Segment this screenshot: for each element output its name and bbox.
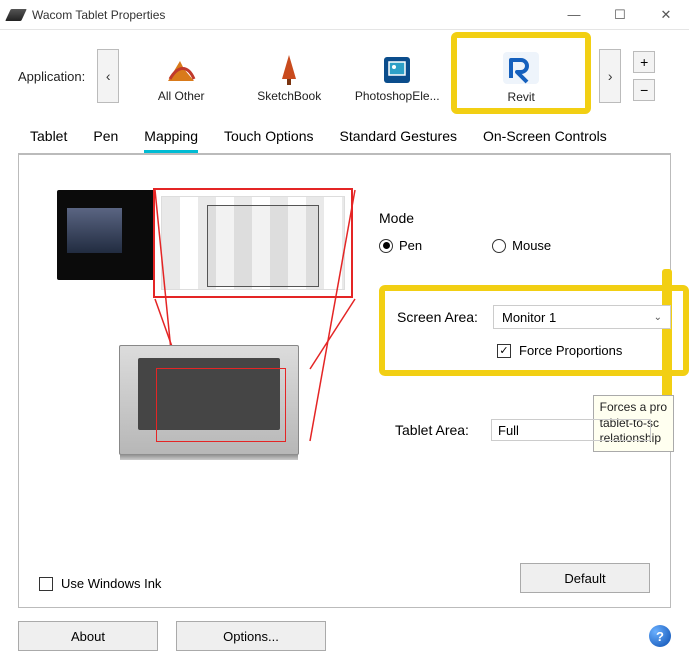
mode-mouse-radio[interactable]: Mouse: [492, 238, 551, 253]
mode-group: Mode Pen Mouse: [379, 210, 551, 253]
tab-pen[interactable]: Pen: [93, 128, 118, 153]
windows-ink-label: Use Windows Ink: [61, 576, 161, 591]
default-button[interactable]: Default: [520, 563, 650, 593]
monitor-1-thumb: [153, 188, 353, 298]
screen-area-highlight: Screen Area: Monitor 1 ⌄ ✓ Force Proport…: [379, 285, 689, 376]
tablet-preview[interactable]: [119, 345, 299, 455]
tablet-area-row: Tablet Area: Full: [395, 419, 651, 441]
options-button[interactable]: Options...: [176, 621, 326, 651]
photoshop-elements-icon: [380, 53, 414, 87]
mode-pen-radio[interactable]: Pen: [379, 238, 422, 253]
app-tile-revit[interactable]: Revit: [451, 32, 591, 114]
screen-area-dropdown[interactable]: Monitor 1 ⌄: [493, 305, 671, 329]
screen-area-label: Screen Area:: [397, 309, 487, 325]
app-tile-all-other[interactable]: All Other: [127, 38, 235, 108]
maximize-button[interactable]: ☐: [597, 0, 643, 30]
screen-preview[interactable]: [57, 190, 353, 298]
revit-icon: [499, 48, 543, 88]
app-scroll-left-button[interactable]: ‹: [97, 49, 119, 103]
tab-touch-options[interactable]: Touch Options: [224, 128, 314, 153]
app-tile-label: PhotoshopEle...: [355, 89, 440, 103]
tablet-area-label: Tablet Area:: [395, 422, 485, 438]
mapping-panel: Mode Pen Mouse Screen Area: Monitor 1 ⌄ …: [18, 154, 671, 608]
tab-on-screen-controls[interactable]: On-Screen Controls: [483, 128, 607, 153]
windows-ink-row: Use Windows Ink: [39, 576, 161, 591]
sketchbook-icon: [272, 53, 306, 87]
app-tile-sketchbook[interactable]: SketchBook: [235, 38, 343, 108]
dropdown-value: Full: [498, 423, 519, 438]
app-scroll-right-button[interactable]: ›: [599, 49, 621, 103]
tab-tablet[interactable]: Tablet: [30, 128, 67, 153]
tablet-area-dropdown[interactable]: Full: [491, 419, 651, 441]
monitor-2-thumb: [57, 190, 155, 280]
minimize-button[interactable]: —: [551, 0, 597, 30]
tablet-active-area-outline: [156, 368, 286, 442]
tab-bar: Tablet Pen Mapping Touch Options Standar…: [0, 122, 689, 153]
app-tile-label: SketchBook: [257, 89, 321, 103]
remove-application-button[interactable]: −: [633, 79, 655, 101]
application-label: Application:: [18, 69, 85, 84]
tab-mapping[interactable]: Mapping: [144, 128, 198, 153]
radio-icon: [492, 239, 506, 253]
help-button[interactable]: ?: [649, 625, 671, 647]
radio-label: Mouse: [512, 238, 551, 253]
windows-ink-checkbox[interactable]: [39, 577, 53, 591]
tab-standard-gestures[interactable]: Standard Gestures: [339, 128, 457, 153]
radio-icon: [379, 239, 393, 253]
force-proportions-checkbox[interactable]: ✓: [497, 344, 511, 358]
about-button[interactable]: About: [18, 621, 158, 651]
app-tile-photoshop-elements[interactable]: PhotoshopEle...: [343, 38, 451, 108]
add-application-button[interactable]: +: [633, 51, 655, 73]
force-proportions-label: Force Proportions: [519, 343, 622, 358]
mode-label: Mode: [379, 210, 551, 226]
close-button[interactable]: ✕: [643, 0, 689, 30]
app-tile-label: Revit: [508, 90, 535, 104]
radio-label: Pen: [399, 238, 422, 253]
wacom-logo-icon: [5, 9, 27, 21]
title-bar: Wacom Tablet Properties — ☐ ✕: [0, 0, 689, 30]
chevron-down-icon: ⌄: [654, 312, 662, 323]
window-title: Wacom Tablet Properties: [32, 8, 551, 22]
all-other-icon: [164, 53, 198, 87]
dropdown-value: Monitor 1: [502, 310, 556, 325]
footer: About Options... ?: [0, 608, 689, 664]
app-tile-label: All Other: [158, 89, 205, 103]
application-selector: Application: ‹ All Other SketchBook Phot…: [0, 30, 689, 122]
